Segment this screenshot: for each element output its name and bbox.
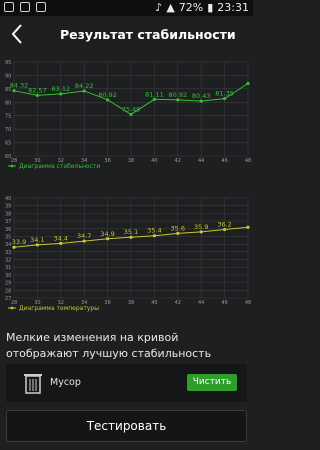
x-tick-label: 38 <box>128 158 134 164</box>
legend-label: Диаграмма температуры <box>19 305 99 312</box>
data-label: 35.9 <box>194 223 208 231</box>
notification-icon <box>4 2 14 12</box>
data-label: 35.4 <box>147 227 161 235</box>
clock: 23:31 <box>217 1 249 14</box>
mute-icon: ♪ <box>155 1 163 14</box>
data-label: 35.6 <box>171 224 185 232</box>
back-arrow-icon[interactable] <box>8 21 28 47</box>
data-label: 80.43 <box>192 92 211 100</box>
legend-label: Диаграмма стабильности <box>19 163 100 170</box>
notification-icon <box>36 2 46 12</box>
trash-bin-icon <box>24 374 42 394</box>
page-title: Результат стабильности <box>60 27 236 42</box>
legend-marker <box>10 306 14 310</box>
data-label: 80.92 <box>98 91 117 99</box>
y-tick-label: 39 <box>5 204 11 210</box>
y-tick-label: 38 <box>5 211 11 217</box>
y-tick-label: 36 <box>5 227 11 233</box>
data-label: 34.1 <box>30 236 44 244</box>
y-tick-label: 31 <box>5 265 11 271</box>
data-label: 36.2 <box>217 221 231 229</box>
y-tick-label: 30 <box>5 273 11 279</box>
y-tick-label: 29 <box>5 281 11 287</box>
x-tick-label: 44 <box>198 158 204 164</box>
x-tick-label: 28 <box>11 300 17 306</box>
data-label: 83.12 <box>51 85 70 93</box>
y-tick-label: 35 <box>5 234 11 240</box>
x-tick-label: 42 <box>175 158 181 164</box>
y-tick-label: 28 <box>5 288 11 294</box>
y-tick-label: 65 <box>5 141 11 147</box>
data-point <box>246 225 250 229</box>
battery-icon: ▮ <box>207 1 214 14</box>
data-label: 34.4 <box>54 234 68 242</box>
data-label: 33.9 <box>12 238 26 246</box>
clean-button[interactable]: Чистить <box>187 374 237 391</box>
x-tick-label: 46 <box>221 300 227 306</box>
x-tick-label: 44 <box>198 300 204 306</box>
signal-icon: ▲ <box>166 1 175 14</box>
trash-label: Мусор <box>50 377 81 388</box>
legend-marker <box>10 164 14 168</box>
y-tick-label: 70 <box>5 127 11 133</box>
data-label: 84.32 <box>10 82 29 90</box>
x-tick-label: 42 <box>175 300 181 306</box>
y-tick-label: 37 <box>5 219 11 225</box>
y-tick-label: 34 <box>5 242 11 248</box>
y-tick-label: 40 <box>5 196 11 202</box>
x-tick-label: 40 <box>151 158 157 164</box>
x-tick-label: 46 <box>221 158 227 164</box>
x-tick-label: 40 <box>151 300 157 306</box>
x-tick-label: 28 <box>11 158 17 164</box>
x-tick-label: 48 <box>245 300 251 306</box>
battery-level: 72% <box>178 1 204 14</box>
data-label: 34.9 <box>100 230 114 238</box>
data-label: 80.92 <box>168 91 187 99</box>
data-label: 84.22 <box>75 82 94 90</box>
data-label: 82.57 <box>28 86 47 94</box>
y-tick-label: 32 <box>5 258 11 264</box>
y-tick-label: 75 <box>5 114 11 120</box>
status-bar: ♪ ▲ 72% ▮ 23:31 <box>0 0 253 16</box>
x-tick-label: 36 <box>104 158 110 164</box>
temperature-chart: 272829303132333435363738394028 30 32 34 36 38… <box>5 196 251 312</box>
x-tick-label: 48 <box>245 158 251 164</box>
stability-note: Мелкие изменения на кривой отображают лу… <box>6 331 212 360</box>
test-button[interactable]: Тестировать <box>6 410 247 442</box>
y-tick-label: 33 <box>5 250 11 256</box>
app-bar: Результат стабильности <box>0 16 253 54</box>
y-tick-label: 80 <box>5 100 11 106</box>
trash-card: Мусор Чистить <box>6 364 247 402</box>
data-label: 75.48 <box>122 105 141 113</box>
x-tick-label: 36 <box>104 300 110 306</box>
y-tick-label: 95 <box>5 60 11 66</box>
data-label: 34.7 <box>77 232 91 240</box>
data-label: 81.35 <box>215 90 234 98</box>
y-tick-label: 90 <box>5 73 11 79</box>
data-label: 35.1 <box>124 228 138 236</box>
x-tick-label: 38 <box>128 300 134 306</box>
data-label: 81.11 <box>145 90 164 98</box>
notification-icon <box>20 2 30 12</box>
stability-chart: 606570758085909528 30 32 34 36 38 40 42 44 46 4884… <box>5 60 251 170</box>
data-point <box>246 81 250 86</box>
